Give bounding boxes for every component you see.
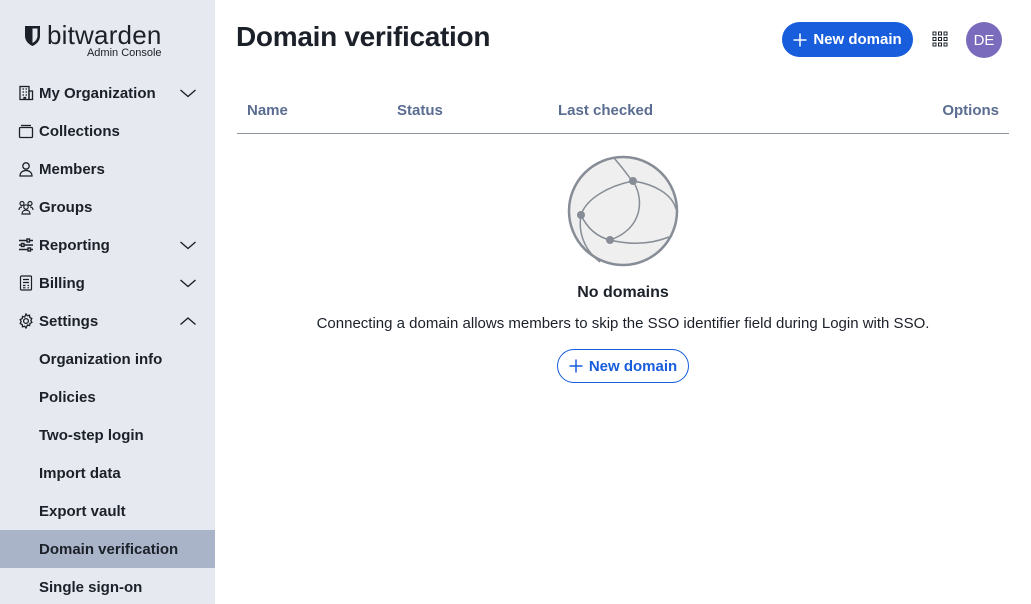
sidebar-item-settings[interactable]: Settings	[0, 302, 215, 340]
table-header: Name Status Last checked Options	[237, 90, 1009, 134]
sidebar-item-import-data[interactable]: Import data	[0, 454, 215, 492]
chevron-down-icon	[180, 241, 196, 250]
sidebar-item-label: Two-step login	[39, 426, 144, 444]
column-header-status: Status	[397, 102, 443, 119]
sidebar-item-label: Groups	[39, 198, 93, 216]
empty-state-button-label: New domain	[588, 357, 678, 375]
sidebar: bitwarden Admin Console My Organization …	[0, 0, 215, 604]
sidebar-item-single-sign-on[interactable]: Single sign-on	[0, 568, 215, 604]
sidebar-item-two-step-login[interactable]: Two-step login	[0, 416, 215, 454]
brand-logo[interactable]: bitwarden Admin Console	[24, 22, 162, 59]
chevron-up-icon	[180, 317, 196, 326]
plus-icon	[793, 33, 807, 46]
main-content: Domain verification New domain DE Name S…	[215, 0, 1031, 604]
collection-icon	[18, 123, 34, 139]
empty-state-title: No domains	[577, 284, 669, 301]
chevron-down-icon	[180, 279, 196, 288]
sidebar-item-label: Single sign-on	[39, 578, 143, 596]
column-header-last-checked: Last checked	[558, 102, 654, 119]
empty-state-description: Connecting a domain allows members to sk…	[316, 315, 930, 332]
empty-state: No domains Connecting a domain allows me…	[237, 150, 1009, 383]
avatar[interactable]: DE	[966, 22, 1002, 58]
billing-icon	[18, 275, 34, 291]
sidebar-item-domain-verification[interactable]: Domain verification	[0, 530, 215, 568]
sidebar-item-policies[interactable]: Policies	[0, 378, 215, 416]
shield-icon	[25, 26, 40, 46]
sidebar-item-label: Domain verification	[39, 540, 179, 558]
users-icon	[18, 199, 34, 215]
sidebar-item-label: Export vault	[39, 502, 126, 520]
sidebar-item-label: Policies	[39, 388, 96, 406]
sidebar-item-label: Billing	[39, 274, 85, 292]
sidebar-item-organization-info[interactable]: Organization info	[0, 340, 215, 378]
column-header-name: Name	[247, 102, 288, 119]
column-header-options: Options	[942, 102, 999, 119]
sidebar-item-label: Organization info	[39, 350, 163, 368]
gear-icon	[18, 313, 34, 329]
sidebar-item-label: Settings	[39, 312, 99, 330]
chevron-down-icon	[180, 89, 196, 98]
sidebar-nav: My Organization Collections Members Grou…	[0, 74, 215, 604]
sidebar-item-my-organization[interactable]: My Organization	[0, 74, 215, 112]
new-domain-button-label: New domain	[813, 31, 902, 48]
avatar-initials: DE	[973, 31, 995, 49]
sidebar-item-groups[interactable]: Groups	[0, 188, 215, 226]
sidebar-item-label: Members	[39, 160, 105, 178]
sliders-icon	[18, 237, 34, 253]
sidebar-item-billing[interactable]: Billing	[0, 264, 215, 302]
sidebar-item-export-vault[interactable]: Export vault	[0, 492, 215, 530]
empty-state-new-domain-button[interactable]: New domain	[557, 349, 689, 383]
page-title: Domain verification	[236, 21, 491, 52]
product-switcher-icon[interactable]	[932, 31, 948, 47]
sidebar-item-label: My Organization	[39, 84, 156, 102]
sidebar-item-members[interactable]: Members	[0, 150, 215, 188]
building-icon	[18, 85, 34, 101]
sidebar-item-collections[interactable]: Collections	[0, 112, 215, 150]
new-domain-button[interactable]: New domain	[782, 22, 913, 57]
plus-icon	[569, 359, 583, 373]
sidebar-item-label: Collections	[39, 122, 120, 140]
sidebar-item-reporting[interactable]: Reporting	[0, 226, 215, 264]
brand-name: bitwarden	[47, 20, 162, 50]
sidebar-item-label: Reporting	[39, 236, 110, 254]
sidebar-item-label: Import data	[39, 464, 121, 482]
user-icon	[18, 161, 34, 177]
globe-icon	[567, 155, 679, 267]
